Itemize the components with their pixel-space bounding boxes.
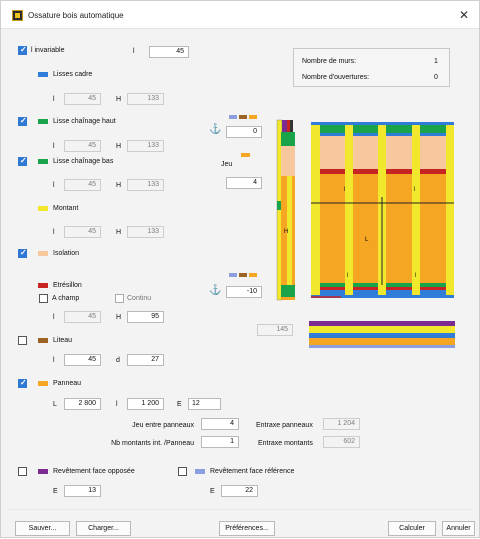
diagram-l1-label: l [344, 187, 346, 193]
anchor-icon-top: ⚓ [209, 122, 221, 135]
footer-separator [9, 509, 471, 510]
annuler-button[interactable]: Annuler [442, 521, 475, 536]
diagram-top-input[interactable]: 0 [226, 126, 262, 138]
section-yellow [309, 326, 455, 333]
stud-4 [412, 125, 420, 295]
diagram-section-input[interactable]: 145 [257, 324, 293, 336]
diagram-L-label: L [365, 237, 369, 243]
diagram-jeu-label: Jeu [221, 161, 233, 168]
left-top-green [281, 132, 295, 146]
calculer-button[interactable]: Calculer [388, 521, 436, 536]
wall-diagram: ⚓ ⚓ [209, 115, 455, 348]
dialog-window: Ossature bois automatique ✕ l invariable… [0, 0, 480, 538]
anchor-icon-bottom: ⚓ [209, 283, 221, 296]
diagram-H-label: H [284, 229, 289, 235]
sauver-button[interactable]: Sauver... [15, 521, 70, 536]
stud-1 [311, 125, 320, 295]
section-purple [309, 321, 455, 326]
legend-swatch-blue [229, 115, 237, 119]
preferences-button[interactable]: Préférences... [219, 521, 275, 536]
legend-swatch-brown-bottom [239, 273, 247, 277]
legend-swatch-brown [239, 115, 247, 119]
section-blue [309, 333, 455, 338]
charger-button[interactable]: Charger... [76, 521, 131, 536]
left-bottom-green [281, 285, 295, 297]
section-orange [309, 338, 455, 345]
diagram-bottom-input[interactable]: -10 [226, 286, 262, 298]
legend-swatch-orange-bottom [249, 273, 257, 277]
legend-swatch-jeu [241, 153, 250, 157]
legend-swatch-blue-bottom [229, 273, 237, 277]
stud-5 [446, 125, 454, 295]
section-lightblue [309, 345, 455, 348]
legend-swatch-orange [249, 115, 257, 119]
diagram-jeu-input[interactable]: 4 [226, 177, 262, 189]
stud-2 [345, 125, 353, 295]
diagram-l4-label: l [415, 273, 417, 279]
left-top-iso [281, 146, 295, 176]
diagram-l3-label: l [347, 273, 349, 279]
diagram-l2-label: l [414, 187, 416, 193]
